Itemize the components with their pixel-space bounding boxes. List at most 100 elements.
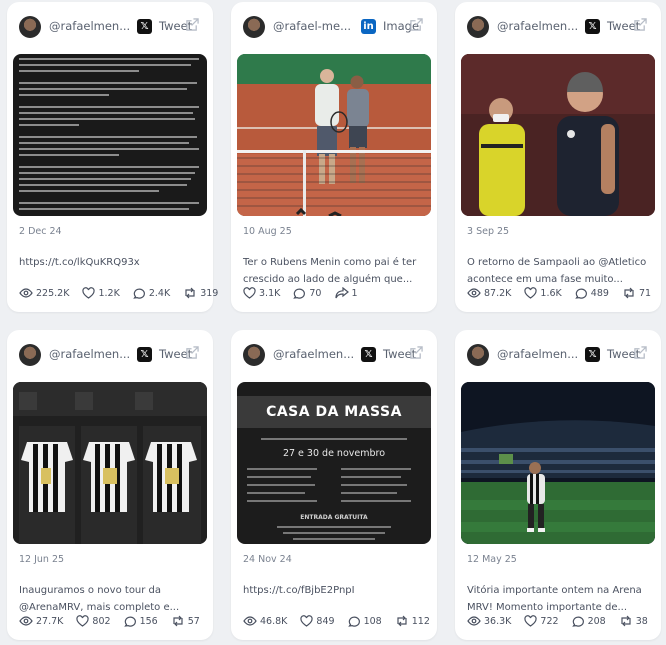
- comment-icon: [133, 288, 145, 299]
- heart-icon: [76, 615, 90, 627]
- share-icon: [334, 286, 349, 299]
- post-media-locker-room-photo[interactable]: [13, 382, 207, 544]
- views-icon: [243, 616, 257, 626]
- author-handle: @rafaelmen...: [49, 347, 131, 361]
- views-icon: [467, 288, 481, 298]
- post-media-tennis-photo[interactable]: [237, 54, 431, 216]
- linkedin-logo-icon: in: [361, 19, 376, 34]
- likes-count: 849: [316, 616, 335, 627]
- repost-icon: [621, 615, 631, 627]
- external-link-icon[interactable]: [410, 18, 423, 31]
- external-link-icon[interactable]: [410, 346, 423, 359]
- views-icon: [467, 616, 481, 626]
- post-link[interactable]: https://t.co/fBjbE2PnpI: [243, 585, 355, 596]
- external-link-icon[interactable]: [186, 346, 199, 359]
- post-card[interactable]: @rafaelmen... 𝕏 Tweet 12 Jun 25 Inaugura…: [7, 330, 213, 640]
- post-stats: 3.1K 70 1: [243, 286, 368, 301]
- post-card[interactable]: @rafaelmen... 𝕏 Tweet CASA DA MASSA 27 e…: [231, 330, 437, 640]
- post-text[interactable]: https://t.co/fBjbE2PnpI: [243, 582, 429, 599]
- stadium-illustration: [461, 382, 655, 544]
- external-link-icon[interactable]: [634, 346, 647, 359]
- replies-count: 489: [590, 288, 609, 299]
- x-logo-icon: 𝕏: [585, 19, 600, 34]
- replies-count: 208: [587, 616, 606, 627]
- heart-icon: [524, 615, 538, 627]
- views-count: 87.2K: [484, 288, 512, 299]
- post-card[interactable]: @rafaelmen... 𝕏 Tweet 12 May 25 Vitória …: [455, 330, 661, 640]
- post-card[interactable]: @rafaelmen... 𝕏 Tweet 2 Dec 24 https://t…: [7, 2, 218, 312]
- likes-count: 802: [92, 616, 111, 627]
- x-logo-icon: 𝕏: [137, 347, 152, 362]
- post-stats: 27.7K 802 156 57: [19, 615, 210, 629]
- comment-icon: [571, 616, 584, 627]
- views-icon: [19, 288, 33, 298]
- post-date: 10 Aug 25: [243, 226, 292, 237]
- post-media-stadium-photo[interactable]: [461, 382, 655, 544]
- likes-count: 3.1K: [259, 288, 281, 299]
- post-media-coach-photo[interactable]: [461, 54, 655, 216]
- external-link-icon[interactable]: [634, 18, 647, 31]
- poster-entry-label: ENTRADA GRATUITA: [300, 514, 368, 521]
- reposts-count: 319: [200, 288, 219, 299]
- post-media-event-poster[interactable]: CASA DA MASSA 27 e 30 de novembro ENTRAD…: [237, 382, 431, 544]
- views-icon: [19, 616, 33, 626]
- post-card[interactable]: @rafaelmen... 𝕏 Tweet 3 Sep 25 O retorno…: [455, 2, 661, 312]
- post-stats: 87.2K 1.6K 489 71: [467, 287, 661, 301]
- post-text[interactable]: O retorno de Sampaoli ao @Atletico aconte…: [467, 254, 653, 288]
- heart-icon: [82, 287, 96, 299]
- replies-count: 2.4K: [148, 288, 171, 299]
- card-header: @rafaelmen... 𝕏 Tweet: [19, 344, 201, 366]
- card-header: @rafaelmen... 𝕏 Tweet: [467, 16, 649, 38]
- post-text[interactable]: Vitória importante ontem na Arena MRV! Mo…: [467, 582, 653, 616]
- likes-count: 1.2K: [98, 288, 120, 299]
- views-count: 36.3K: [484, 616, 512, 627]
- avatar: [19, 16, 41, 38]
- heart-icon: [524, 287, 538, 299]
- x-logo-icon: 𝕏: [137, 19, 152, 34]
- post-stats: 225.2K 1.2K 2.4K 319: [19, 287, 228, 301]
- card-header: @rafaelmen... 𝕏 Tweet: [19, 16, 201, 38]
- avatar: [243, 16, 265, 38]
- post-date: 24 Nov 24: [243, 554, 292, 565]
- post-date: 3 Sep 25: [467, 226, 510, 237]
- views-count: 225.2K: [36, 288, 70, 299]
- post-link[interactable]: https://t.co/lkQuKRQ93x: [19, 257, 140, 268]
- author-handle: @rafaelmen...: [497, 347, 579, 361]
- reposts-count: 112: [411, 616, 430, 627]
- post-card[interactable]: @rafael-me... in Image 10 Aug 25 Ter o R…: [231, 2, 437, 312]
- author-handle: @rafaelmen...: [49, 19, 131, 33]
- post-media-document-image[interactable]: [13, 54, 207, 216]
- views-count: 27.7K: [36, 616, 64, 627]
- post-stats: 46.8K 849 108 112: [243, 615, 440, 629]
- avatar: [243, 344, 265, 366]
- replies-count: 108: [363, 616, 382, 627]
- card-header: @rafaelmen... 𝕏 Tweet: [467, 344, 649, 366]
- heart-icon: [300, 615, 314, 627]
- post-text[interactable]: https://t.co/lkQuKRQ93x: [19, 254, 205, 271]
- repost-icon: [173, 615, 183, 627]
- author-handle: @rafaelmen...: [497, 19, 579, 33]
- x-logo-icon: 𝕏: [361, 347, 376, 362]
- post-date: 12 May 25: [467, 554, 517, 565]
- post-text[interactable]: Inauguramos o novo tour da @ArenaMRV, mai…: [19, 582, 205, 616]
- likes-count: 722: [540, 616, 559, 627]
- reposts-count: 71: [638, 288, 652, 299]
- shares-count: 1: [351, 288, 358, 299]
- post-date: 2 Dec 24: [19, 226, 62, 237]
- post-stats: 36.3K 722 208 38: [467, 615, 658, 629]
- comment-icon: [347, 616, 360, 627]
- repost-icon: [397, 615, 407, 627]
- repost-icon: [185, 287, 195, 299]
- reposts-count: 57: [187, 616, 200, 627]
- replies-count: 70: [309, 288, 322, 299]
- likes-count: 1.6K: [540, 288, 562, 299]
- external-link-icon[interactable]: [186, 18, 199, 31]
- comment-icon: [293, 288, 306, 299]
- avatar: [467, 16, 489, 38]
- author-handle: @rafaelmen...: [273, 347, 355, 361]
- post-text[interactable]: Ter o Rubens Menin como pai é ter crescid…: [243, 254, 429, 288]
- document-text-lines: [19, 58, 199, 210]
- author-handle: @rafael-me...: [273, 19, 352, 33]
- comment-icon: [575, 288, 587, 299]
- avatar: [19, 344, 41, 366]
